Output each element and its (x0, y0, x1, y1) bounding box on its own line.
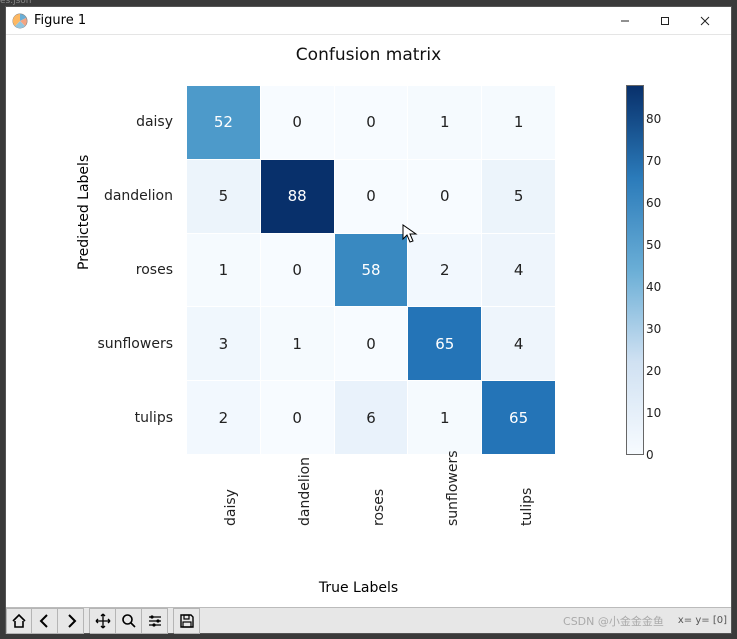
heatmap-cell: 0 (260, 381, 334, 455)
heatmap-cell: 65 (408, 307, 482, 381)
heatmap-cell: 0 (408, 159, 482, 233)
colorbar-tick: 80 (646, 112, 661, 126)
window-title: Figure 1 (34, 13, 86, 28)
colorbar-tick: 50 (646, 238, 661, 252)
plot-canvas[interactable]: Confusion matrix daisydandelionrosessunf… (6, 35, 731, 607)
colorbar-tick: 30 (646, 322, 661, 336)
zoom-button[interactable] (116, 608, 142, 634)
heatmap-cell: 6 (334, 381, 408, 455)
heatmap-cell: 1 (260, 307, 334, 381)
heatmap-cell: 1 (482, 86, 556, 160)
heatmap-cell: 3 (187, 307, 261, 381)
figure-window: Figure 1 Confusion matrix daisydandelion… (5, 6, 732, 634)
colorbar-tick: 0 (646, 448, 654, 462)
x-tick-label: tulips (519, 460, 535, 534)
heatmap-cell: 1 (187, 233, 261, 307)
back-button[interactable] (32, 608, 58, 634)
window-titlebar: Figure 1 (6, 7, 731, 35)
x-tick-label: dandelion (297, 460, 313, 534)
colorbar-tick: 40 (646, 280, 661, 294)
colorbar-tick: 60 (646, 196, 661, 210)
heatmap-cell: 4 (482, 233, 556, 307)
y-tick-label: sunflowers (6, 307, 181, 381)
colorbar (626, 85, 644, 455)
save-icon (179, 613, 195, 629)
heatmap-cell: 0 (334, 307, 408, 381)
zoom-icon (121, 613, 137, 629)
watermark-text: CSDN @小金金金鱼 (563, 613, 674, 629)
heatmap-cell: 2 (187, 381, 261, 455)
window-maximize-button[interactable] (645, 7, 685, 35)
pan-button[interactable] (90, 608, 116, 634)
heatmap-cell: 2 (408, 233, 482, 307)
forward-button[interactable] (58, 608, 84, 634)
heatmap-cell: 0 (260, 233, 334, 307)
coord-status: x= y= [0] (674, 615, 731, 626)
heatmap-cell: 0 (260, 86, 334, 160)
y-tick-labels: daisydandelionrosessunflowerstulips (6, 85, 181, 455)
heatmap-cell: 1 (408, 86, 482, 160)
heatmap-cell: 5 (187, 159, 261, 233)
matplotlib-toolbar: CSDN @小金金金鱼 x= y= [0] (6, 607, 731, 633)
colorbar-ticks: 01020304050607080 (646, 85, 686, 455)
colorbar-tick: 20 (646, 364, 661, 378)
home-button[interactable] (6, 608, 32, 634)
heatmap-cell: 65 (482, 381, 556, 455)
heatmap-cell: 0 (334, 86, 408, 160)
x-axis-title: True Labels (6, 580, 736, 596)
x-tick-labels: daisy dandelion roses sunflowers tulips (186, 460, 556, 570)
colorbar-tick: 70 (646, 154, 661, 168)
x-tick-label: daisy (223, 460, 239, 534)
heatmap-cell: 88 (260, 159, 334, 233)
arrow-right-icon (63, 613, 79, 629)
move-icon (95, 613, 111, 629)
heatmap-cell: 1 (408, 381, 482, 455)
y-axis-title: Predicted Labels (76, 155, 92, 270)
x-tick-label: roses (371, 460, 387, 534)
window-close-button[interactable] (685, 7, 725, 35)
sliders-icon (147, 613, 163, 629)
heatmap-cell: 4 (482, 307, 556, 381)
y-tick-label: tulips (6, 381, 181, 455)
heatmap-cell: 0 (334, 159, 408, 233)
configure-button[interactable] (142, 608, 168, 634)
heatmap-cell: 58 (334, 233, 408, 307)
window-minimize-button[interactable] (605, 7, 645, 35)
x-tick-label: sunflowers (445, 460, 461, 534)
y-tick-label: dandelion (6, 159, 181, 233)
save-button[interactable] (174, 608, 200, 634)
colorbar-tick: 10 (646, 406, 661, 420)
heatmap-cell: 52 (187, 86, 261, 160)
heatmap: 520011588005105824310654206165 (186, 85, 556, 455)
home-icon (11, 613, 27, 629)
matplotlib-icon (12, 13, 28, 29)
chart-title: Confusion matrix (6, 35, 731, 65)
heatmap-cell: 5 (482, 159, 556, 233)
y-tick-label: roses (6, 233, 181, 307)
arrow-left-icon (37, 613, 53, 629)
y-tick-label: daisy (6, 85, 181, 159)
